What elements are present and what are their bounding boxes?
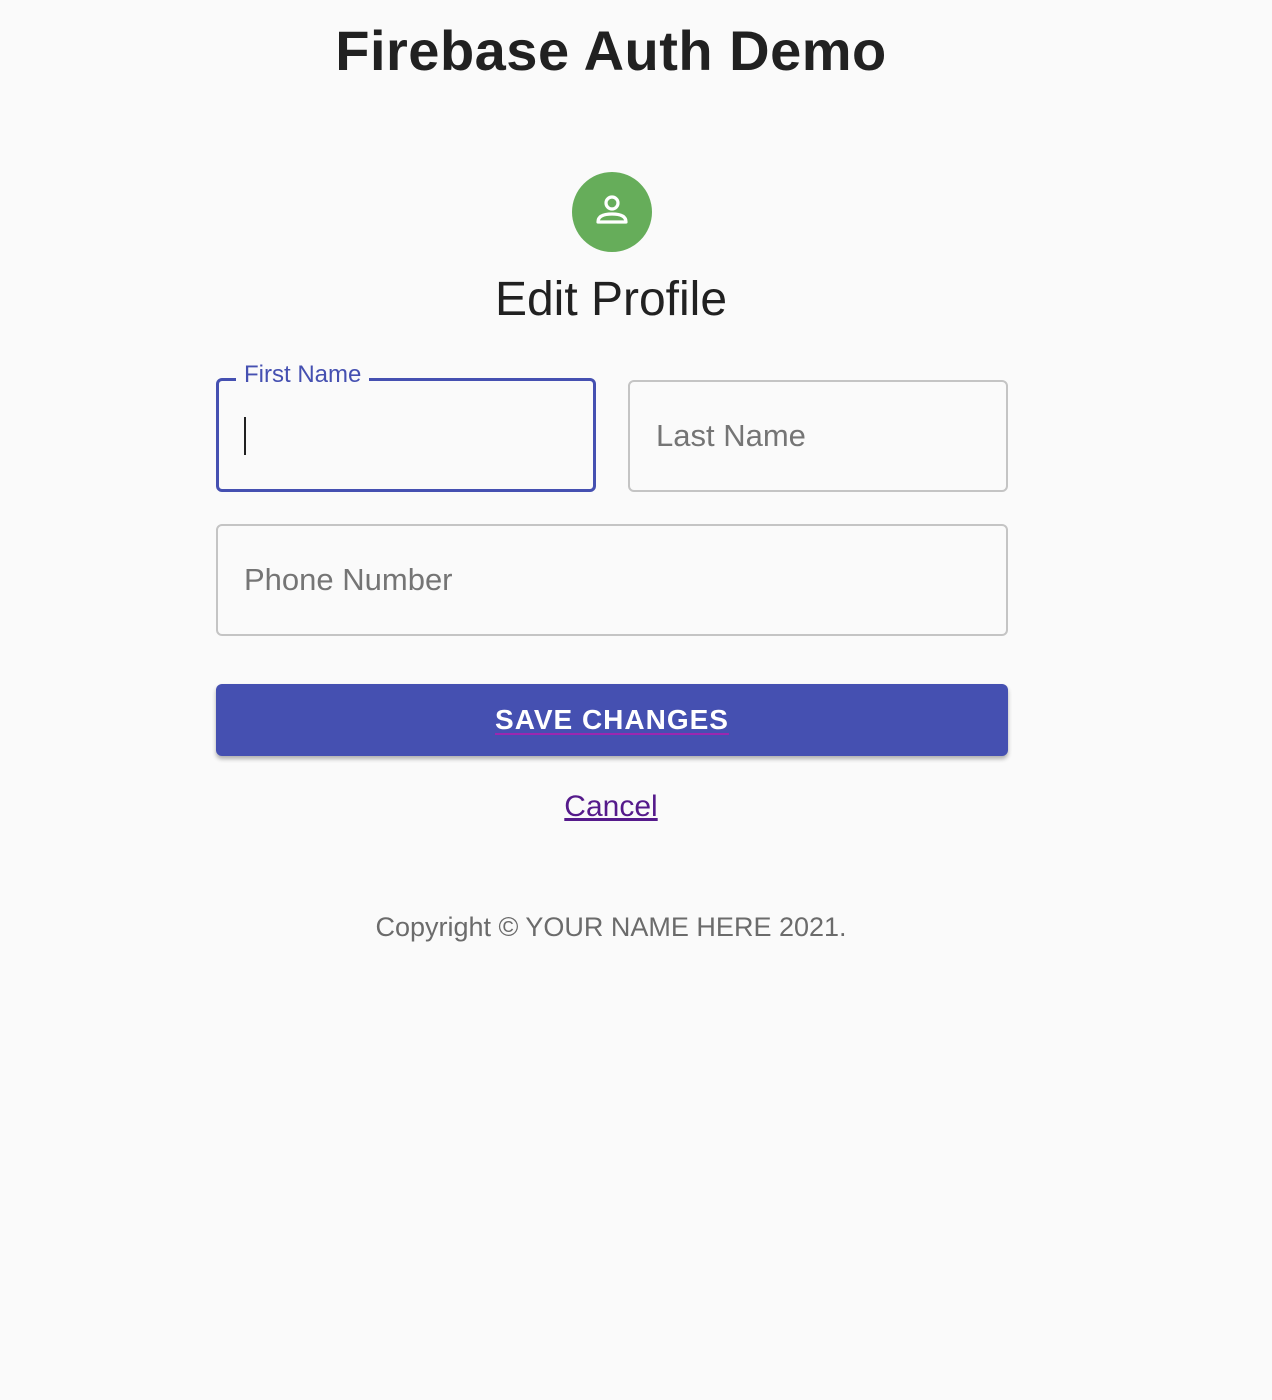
cancel-link[interactable]: Cancel [564,790,657,823]
last-name-field[interactable] [628,380,1008,492]
phone-number-field[interactable] [216,524,1008,636]
save-changes-label: SAVE CHANGES [495,704,729,735]
text-caret [244,417,246,455]
page-title: Edit Profile [494,273,728,326]
cancel-link-container: Cancel [0,790,1222,824]
copyright-text: Copyright © YOUR NAME HERE 2021. [375,912,847,942]
person-outline-icon [592,190,632,235]
phone-number-input[interactable] [218,526,1006,634]
first-name-label: First Name [236,361,370,389]
app-title: Firebase Auth Demo [335,19,887,82]
avatar [572,172,652,252]
first-name-field[interactable]: First Name [216,361,596,492]
save-changes-button[interactable]: SAVE CHANGES [216,684,1008,756]
last-name-input[interactable] [630,382,1006,490]
first-name-input[interactable] [219,381,593,489]
